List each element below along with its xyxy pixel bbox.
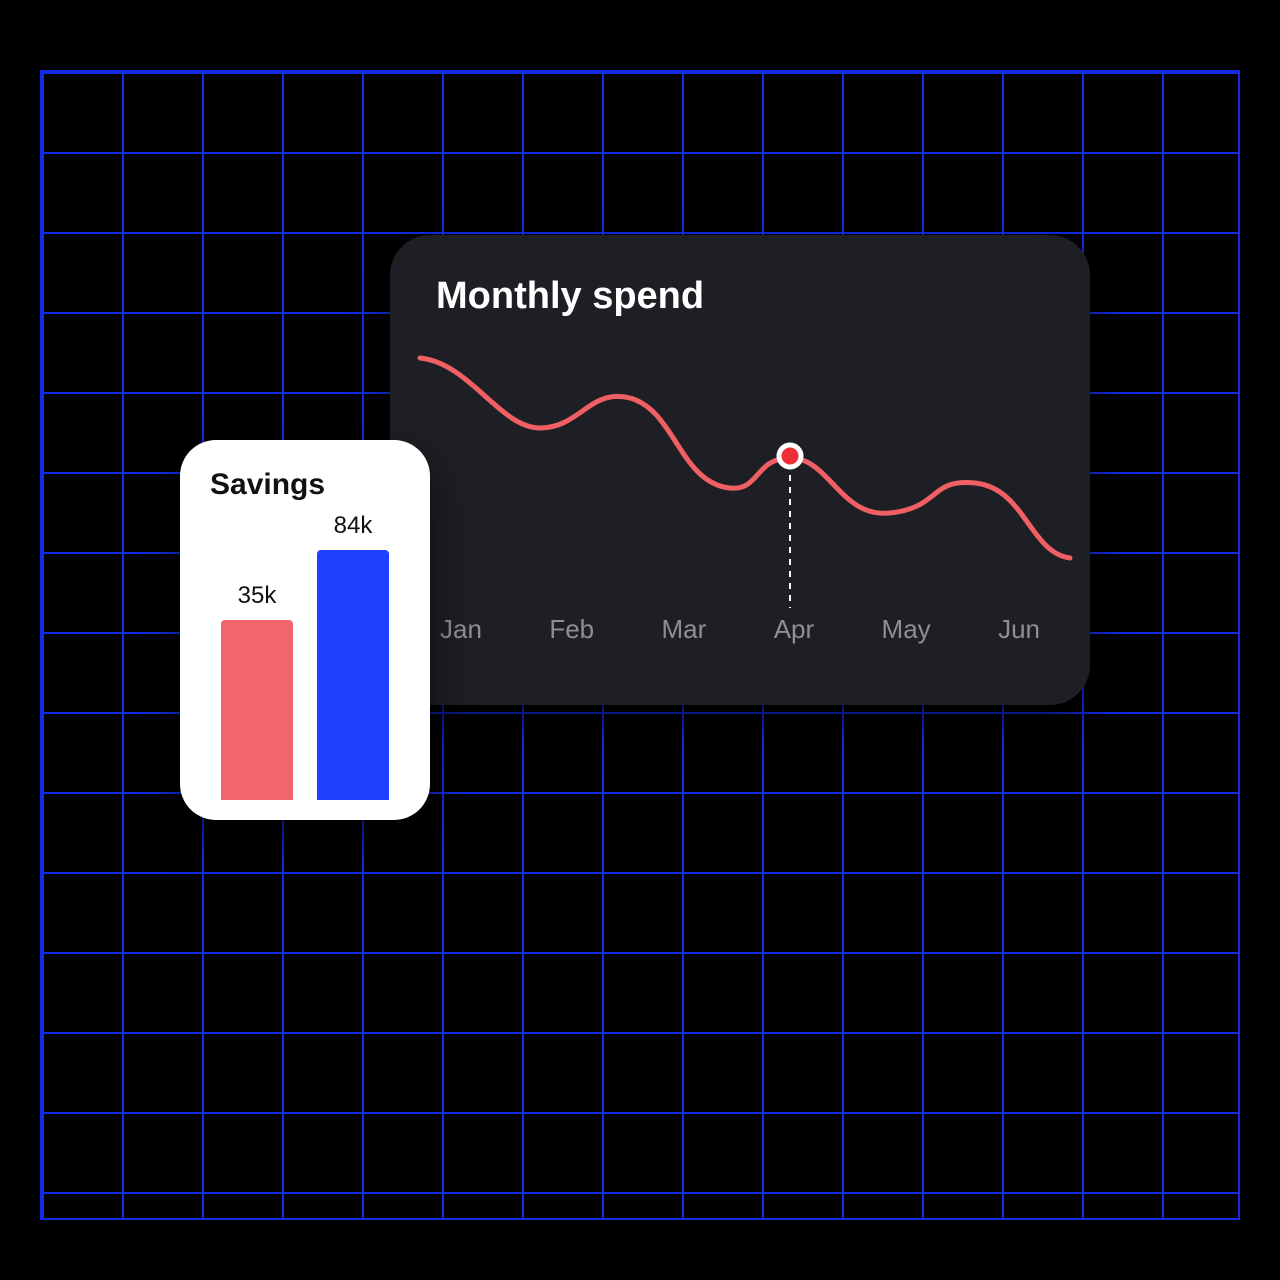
x-tick-may: May (882, 614, 931, 645)
spend-line (420, 358, 1070, 558)
x-tick-jun: Jun (998, 614, 1040, 645)
line-chart-svg (430, 328, 1050, 608)
savings-bar-1: 35k (221, 582, 293, 800)
stage: Monthly spend Jan Feb Mar Apr May Jun Sa… (0, 0, 1280, 1280)
x-tick-mar: Mar (662, 614, 707, 645)
x-tick-apr: Apr (774, 614, 814, 645)
savings-bar-1-rect (221, 620, 293, 800)
marker-dot-icon (779, 445, 801, 467)
savings-bar-2: 84k (317, 512, 389, 800)
savings-bar-2-label: 84k (334, 512, 373, 540)
savings-bars: 35k 84k (204, 512, 406, 800)
savings-bar-2-rect (317, 550, 389, 800)
monthly-spend-plot (430, 328, 1050, 608)
monthly-spend-x-axis: Jan Feb Mar Apr May Jun (430, 608, 1050, 645)
x-tick-jan: Jan (440, 614, 482, 645)
x-tick-feb: Feb (549, 614, 594, 645)
savings-title: Savings (210, 468, 406, 502)
monthly-spend-title: Monthly spend (436, 275, 1050, 318)
monthly-spend-card: Monthly spend Jan Feb Mar Apr May Jun (390, 235, 1090, 705)
savings-card: Savings 35k 84k (180, 440, 430, 820)
savings-bar-1-label: 35k (238, 582, 277, 610)
